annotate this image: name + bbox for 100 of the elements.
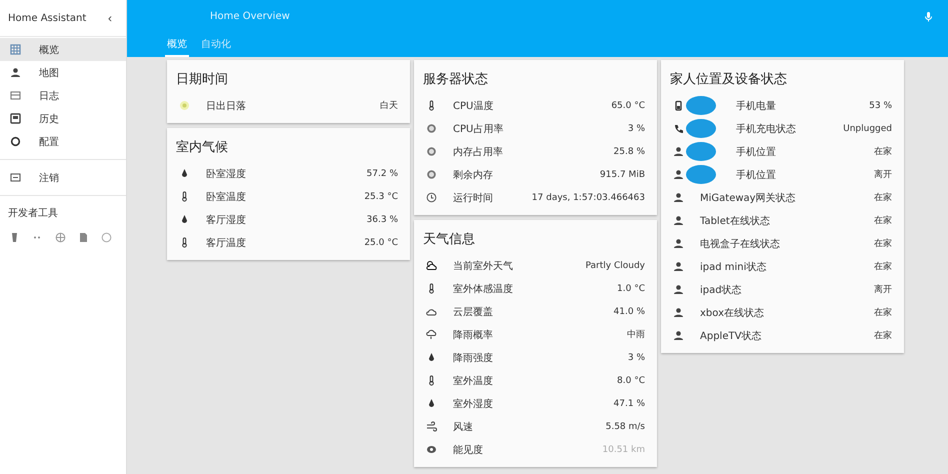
person-icon [673, 192, 684, 203]
person-icon [673, 307, 684, 318]
entity-label: 日出日落 [206, 100, 247, 112]
entity-label: MiGateway网关状态 [700, 192, 797, 204]
entity-value: 在家 [874, 260, 892, 273]
thermometer-icon [179, 191, 190, 202]
entity-label: ipad mini状态 [700, 260, 768, 274]
entity-label: 室外体感温度 [453, 282, 514, 296]
entity-value: 5.58 m/s [606, 422, 645, 432]
entity-label: 剩余内存 [453, 168, 494, 182]
logout-item[interactable]: 注销 [0, 166, 126, 189]
person-icon [673, 238, 684, 249]
entity-value: 1.0 °C [617, 284, 645, 294]
entity-value: 25.0 °C [364, 238, 398, 248]
entity-value: 在家 [874, 238, 892, 250]
entity-value: 在家 [874, 214, 892, 227]
entity-value: 47.1 % [614, 398, 645, 408]
entity-value: 中雨 [627, 328, 645, 341]
entity-label: 能见度 [453, 444, 484, 456]
entity-value: 在家 [874, 146, 892, 158]
ring-icon [10, 136, 21, 147]
entity-label: ipad状态 [700, 284, 743, 296]
thermometer-icon [426, 283, 437, 294]
entity-label: 降雨概率 [453, 328, 494, 342]
person-icon [673, 330, 684, 341]
entity-label: 室外湿度 [453, 398, 494, 410]
sidebar-item[interactable]: 历史 [0, 107, 126, 130]
entity-value: 53 % [869, 100, 892, 110]
grid-icon [10, 44, 21, 55]
drop-icon [426, 352, 437, 363]
entity-label: 客厅湿度 [206, 214, 247, 226]
entity-value: 41.0 % [614, 306, 645, 316]
card-title: 家人位置及设备状态 [669, 71, 788, 89]
entity-label: CPU温度 [453, 100, 494, 112]
collapse-button[interactable]: ‹ [108, 11, 112, 25]
entity-label: 手机充电状态 [736, 122, 797, 136]
card-title: 日期时间 [175, 71, 229, 89]
sidebar-item[interactable]: 配置 [0, 130, 126, 153]
entity-label: Tablet在线状态 [700, 214, 771, 228]
rain-cloud-icon [426, 329, 437, 340]
wind-icon [426, 421, 437, 432]
person-icon [673, 261, 684, 272]
entity-value: 10.51 km [602, 444, 645, 454]
entity-value: 25.8 % [614, 146, 645, 156]
card-title: 服务器状态 [422, 71, 489, 89]
card-title: 室内气候 [175, 139, 229, 157]
drop-icon [426, 398, 437, 409]
entity-label: 手机位置 [736, 168, 777, 182]
sidebar-item[interactable]: 概览 [0, 38, 126, 61]
entity-value: 在家 [874, 306, 892, 319]
entity-label: CPU占用率 [453, 122, 504, 136]
eye-icon [426, 444, 437, 455]
entity-label: 当前室外天气 [453, 260, 514, 272]
entity-label: 风速 [453, 420, 474, 434]
clock-icon [426, 192, 437, 203]
entity-value: 离开 [874, 168, 892, 181]
entity-value: 36.3 % [366, 214, 398, 224]
entity-label: 云层覆盖 [453, 306, 494, 318]
entity-label: 内存占用率 [453, 146, 504, 158]
entity-value: 3 % [628, 124, 645, 134]
page-title: Home Overview [210, 11, 290, 22]
entity-value: 8.0 °C [617, 376, 645, 386]
drop-icon [179, 168, 190, 179]
person-icon [673, 284, 684, 295]
sidebar-item[interactable]: 日志 [0, 84, 126, 107]
entity-value: 915.7 MiB [600, 170, 645, 180]
microphone-icon[interactable] [923, 11, 934, 22]
entity-label: 室外温度 [453, 374, 494, 388]
entity-label: 卧室温度 [206, 190, 247, 204]
person-icon [673, 169, 684, 180]
app-title: Home Assistant [8, 12, 86, 24]
entity-value: 在家 [874, 192, 892, 204]
thermometer-icon [179, 237, 190, 248]
globe-icon[interactable] [55, 232, 66, 243]
entity-value: Unplugged [843, 124, 892, 134]
entity-value: 在家 [874, 330, 892, 342]
entity-label: 电视盒子在线状态 [700, 238, 781, 250]
entity-label: 手机电量 [736, 100, 777, 112]
person-icon [673, 146, 684, 157]
phone-icon [673, 123, 684, 134]
section-title: 开发者工具 [7, 206, 59, 221]
file-icon[interactable] [78, 232, 89, 243]
thermometer-icon [426, 100, 437, 111]
person-icon [673, 215, 684, 226]
entity-value: 17 days, 1:57:03.466463 [532, 192, 645, 202]
entity-label: AppleTV状态 [700, 330, 762, 342]
entity-value: Partly Cloudy [586, 260, 645, 270]
card-title: 天气信息 [422, 231, 476, 249]
list-icon [10, 90, 21, 101]
entity-label: 手机位置 [736, 146, 777, 158]
entity-label: 客厅温度 [206, 236, 247, 250]
entity-label: 卧室湿度 [206, 168, 247, 180]
logout-icon [10, 172, 21, 183]
sidebar-item[interactable]: 地图 [0, 61, 126, 84]
entity-label: 降雨强度 [453, 352, 494, 364]
entity-value: 白天 [380, 100, 398, 112]
entity-label: 运行时间 [453, 192, 494, 204]
entity-value: 65.0 °C [611, 100, 645, 110]
thermometer-icon [426, 375, 437, 386]
entity-label: xbox在线状态 [700, 306, 765, 320]
